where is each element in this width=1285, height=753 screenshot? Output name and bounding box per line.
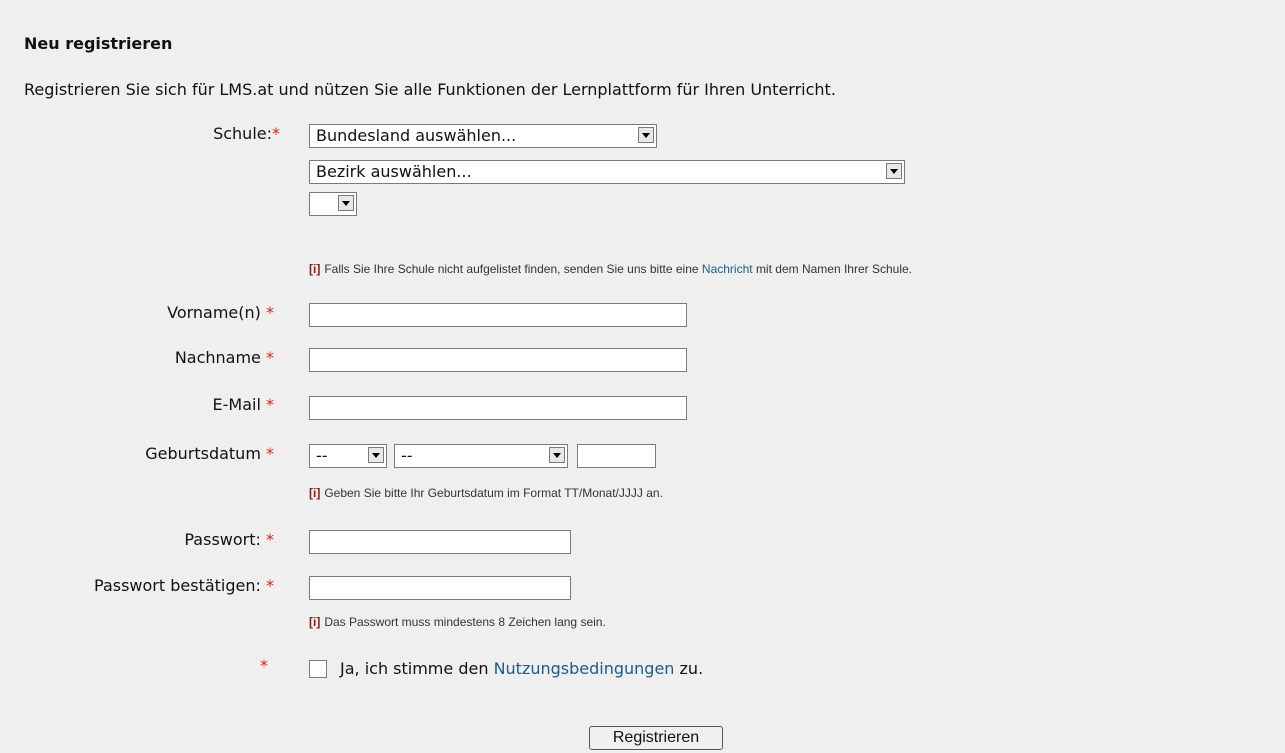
password-hint: [i] Das Passwort muss mindestens 8 Zeiche… — [309, 615, 606, 629]
birth-month-value: -- — [401, 446, 413, 465]
chevron-down-icon — [549, 447, 565, 463]
email-field[interactable] — [309, 396, 687, 420]
intro-text: Registrieren Sie sich für LMS.at und nüt… — [24, 80, 836, 99]
lastname-label: Nachname * — [14, 348, 274, 367]
lastname-field[interactable] — [309, 348, 687, 372]
password-confirm-field[interactable] — [309, 576, 571, 600]
required-star: * — [272, 124, 280, 143]
email-label: E-Mail * — [14, 395, 274, 414]
state-select[interactable]: Bundesland auswählen... — [309, 124, 657, 148]
birth-month-select[interactable]: -- — [394, 444, 568, 468]
school-label: Schule:* — [20, 124, 280, 143]
terms-required-star: * — [260, 656, 268, 675]
lastname-label-text: Nachname — [174, 348, 261, 367]
state-select-value: Bundesland auswählen... — [316, 126, 517, 145]
school-hint-text-end: mit dem Namen Ihrer Schule. — [755, 262, 912, 276]
birthdate-label-text: Geburtsdatum — [145, 444, 261, 463]
info-icon: [i] — [309, 486, 321, 500]
chevron-down-icon — [368, 447, 384, 463]
password-field[interactable] — [309, 530, 571, 554]
school-select[interactable] — [309, 192, 357, 216]
required-star: * — [266, 576, 274, 595]
terms-link[interactable]: Nutzungsbedingungen — [494, 659, 675, 678]
birth-year-field[interactable] — [577, 444, 656, 468]
firstname-label-text: Vorname(n) — [167, 303, 261, 322]
birth-day-select[interactable]: -- — [309, 444, 387, 468]
district-select-value: Bezirk auswählen... — [316, 162, 472, 181]
terms-text-end: zu. — [679, 659, 704, 678]
email-label-text: E-Mail — [212, 395, 261, 414]
password-hint-text: Das Passwort muss mindestens 8 Zeichen l… — [324, 615, 606, 629]
terms-label: Ja, ich stimme den Nutzungsbedingungen z… — [340, 659, 703, 678]
required-star: * — [266, 395, 274, 414]
info-icon: [i] — [309, 615, 321, 629]
message-link[interactable]: Nachricht — [702, 262, 753, 276]
password-label-text: Passwort: — [184, 530, 261, 549]
page-title: Neu registrieren — [24, 34, 173, 53]
chevron-down-icon — [886, 163, 902, 179]
required-star: * — [266, 530, 274, 549]
chevron-down-icon — [638, 127, 654, 143]
school-hint: [i] Falls Sie Ihre Schule nicht aufgelist… — [309, 262, 912, 276]
chevron-down-icon — [338, 195, 354, 211]
birthdate-label: Geburtsdatum * — [14, 444, 274, 463]
required-star: * — [266, 444, 274, 463]
birth-day-value: -- — [316, 446, 328, 465]
terms-text: Ja, ich stimme den — [340, 659, 489, 678]
password-confirm-label-text: Passwort bestätigen: — [94, 576, 261, 595]
school-label-text: Schule: — [213, 124, 272, 143]
info-icon: [i] — [309, 262, 321, 276]
birthdate-hint-text: Geben Sie bitte Ihr Geburtsdatum im Form… — [324, 486, 663, 500]
birthdate-hint: [i] Geben Sie bitte Ihr Geburtsdatum im F… — [309, 486, 663, 500]
required-star: * — [266, 303, 274, 322]
register-button[interactable]: Registrieren — [589, 726, 723, 750]
school-hint-text: Falls Sie Ihre Schule nicht aufgelistet … — [324, 262, 699, 276]
terms-checkbox[interactable] — [309, 660, 327, 678]
firstname-field[interactable] — [309, 303, 687, 327]
required-star: * — [266, 348, 274, 367]
password-label: Passwort: * — [14, 530, 274, 549]
firstname-label: Vorname(n) * — [14, 303, 274, 322]
district-select[interactable]: Bezirk auswählen... — [309, 160, 905, 184]
required-star: * — [260, 656, 268, 675]
password-confirm-label: Passwort bestätigen: * — [14, 576, 274, 595]
